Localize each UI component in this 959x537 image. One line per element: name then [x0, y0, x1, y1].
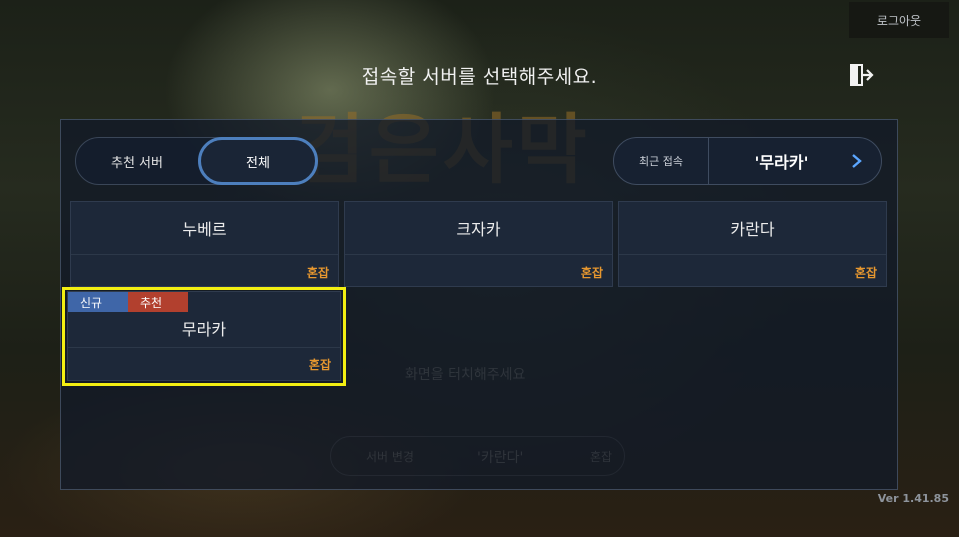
server-change-current: '카란다': [477, 450, 524, 466]
server-status: 혼잡: [854, 266, 877, 280]
server-status: 혼잡: [308, 358, 331, 372]
recommended-badge: 추천: [128, 292, 188, 312]
server-filter-tabs: 추천 서버 전체: [75, 137, 318, 185]
new-badge: 신규: [68, 292, 128, 312]
server-card-muraka[interactable]: 신규 추천 무라카 혼잡: [67, 291, 341, 381]
server-name: 카란다: [730, 220, 775, 239]
server-name: 무라카: [181, 320, 227, 339]
recent-label: 최근 접속: [614, 138, 709, 184]
exit-door-icon[interactable]: [850, 64, 874, 86]
server-change-label: 서버 변경: [366, 450, 414, 464]
touch-hint-text: 화면을 터치해주세요: [405, 367, 526, 383]
card-divider: [68, 347, 340, 348]
chevron-right-icon: [852, 154, 862, 168]
tab-all[interactable]: 전체: [198, 137, 318, 185]
server-name: 누베르: [182, 220, 227, 239]
recent-server-button[interactable]: 최근 접속 '무라카': [613, 137, 882, 185]
version-label: Ver 1.41.85: [877, 492, 949, 505]
server-status: 혼잡: [580, 266, 603, 280]
logout-button[interactable]: 로그아웃: [849, 2, 949, 38]
server-status: 혼잡: [306, 266, 329, 280]
server-change-status: 혼잡: [590, 450, 613, 464]
server-card-nuberu[interactable]: 누베르 혼잡: [70, 201, 339, 287]
card-divider: [71, 254, 338, 255]
card-divider: [619, 254, 886, 255]
tab-recommended[interactable]: 추천 서버: [76, 138, 198, 184]
recent-server-name: '무라카': [754, 153, 809, 172]
server-card-karanda[interactable]: 카란다 혼잡: [618, 201, 887, 287]
card-divider: [345, 254, 612, 255]
page-title: 접속할 서버를 선택해주세요.: [361, 66, 598, 88]
server-name: 크자카: [456, 220, 501, 239]
server-card-kzarka[interactable]: 크자카 혼잡: [344, 201, 613, 287]
